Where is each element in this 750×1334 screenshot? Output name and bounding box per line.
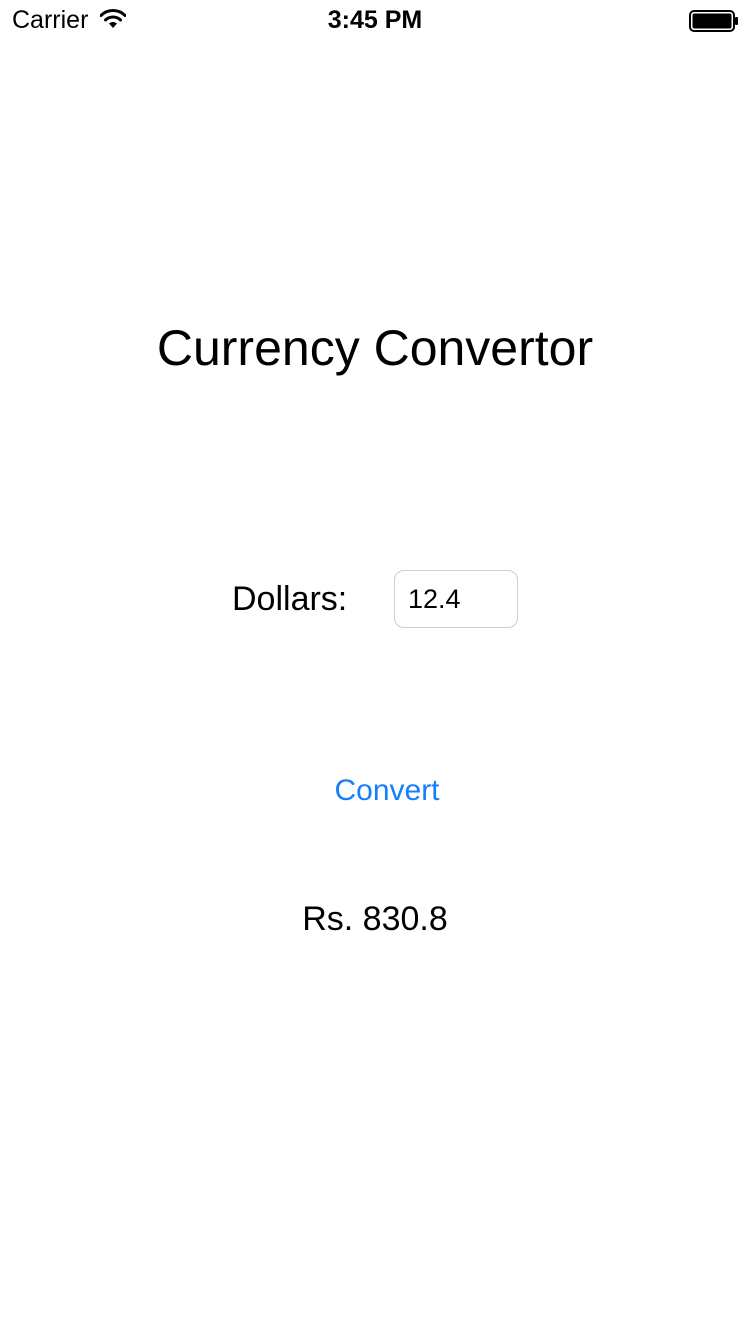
convert-button[interactable]: Convert (310, 768, 464, 814)
battery-full-icon (689, 10, 738, 32)
result-label: Rs. 830.8 (302, 900, 448, 938)
status-bar: Carrier 3:45 PM (0, 0, 750, 40)
dollars-amount-input[interactable] (394, 570, 518, 628)
status-time: 3:45 PM (327, 6, 423, 34)
dollars-label: Dollars: (232, 580, 348, 618)
page-title: Currency Convertor (156, 320, 594, 376)
